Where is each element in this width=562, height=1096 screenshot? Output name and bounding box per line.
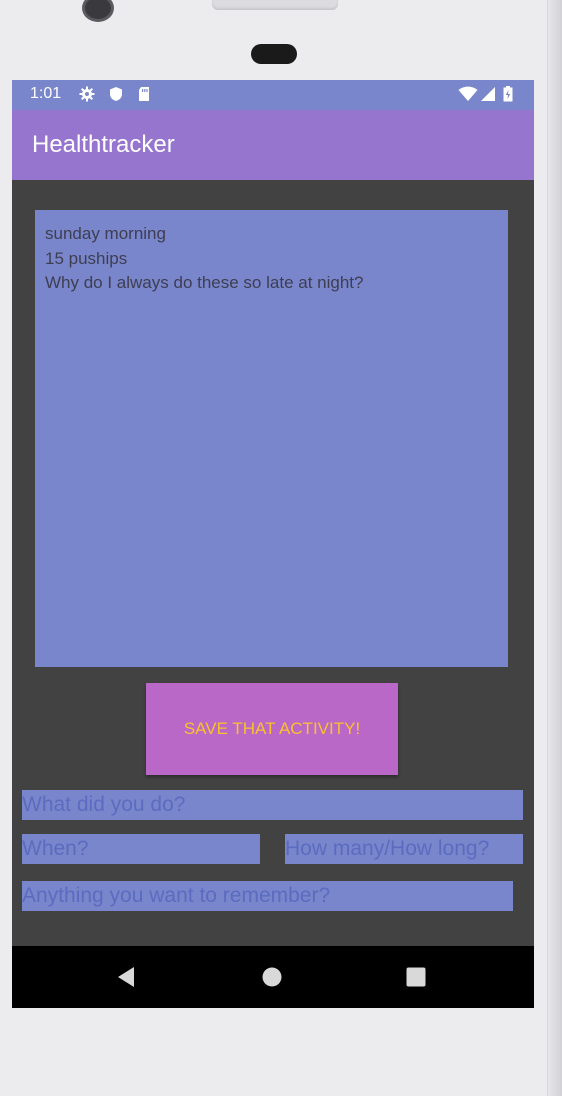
log-line: Why do I always do these so late at nigh… <box>45 273 364 292</box>
cell-signal-icon <box>481 87 495 101</box>
status-time: 1:01 <box>30 85 62 102</box>
recents-icon[interactable] <box>402 963 430 991</box>
save-activity-button[interactable]: SAVE THAT ACTIVITY! <box>146 683 398 775</box>
main-content: sunday morning 15 puships Why do I alway… <box>12 180 534 946</box>
activity-input[interactable] <box>22 790 523 820</box>
app-title: Healthtracker <box>32 131 175 158</box>
status-bar: 1:01 <box>12 80 534 110</box>
log-line: sunday morning <box>45 224 166 243</box>
when-input[interactable] <box>22 834 260 864</box>
sd-card-icon <box>139 87 149 101</box>
home-icon[interactable] <box>258 963 286 991</box>
settings-gear-icon <box>79 86 95 102</box>
shield-icon <box>110 87 122 101</box>
device-frame: 1:01 Healthtracker sunday morning 15 pus… <box>0 0 562 1096</box>
back-icon[interactable] <box>112 963 140 991</box>
activity-log: sunday morning 15 puships Why do I alway… <box>35 210 508 667</box>
front-camera <box>82 0 114 22</box>
navigation-bar <box>12 946 534 1008</box>
app-bar: Healthtracker <box>12 110 534 180</box>
battery-icon <box>503 86 513 102</box>
wifi-icon <box>458 86 478 101</box>
screen: 1:01 Healthtracker sunday morning 15 pus… <box>12 80 534 1008</box>
earpiece <box>251 44 297 64</box>
notes-input[interactable] <box>22 881 513 911</box>
top-speaker-grille <box>212 0 338 10</box>
log-line: 15 puships <box>45 248 128 268</box>
device-edge <box>547 0 562 1096</box>
amount-input[interactable] <box>285 834 523 864</box>
